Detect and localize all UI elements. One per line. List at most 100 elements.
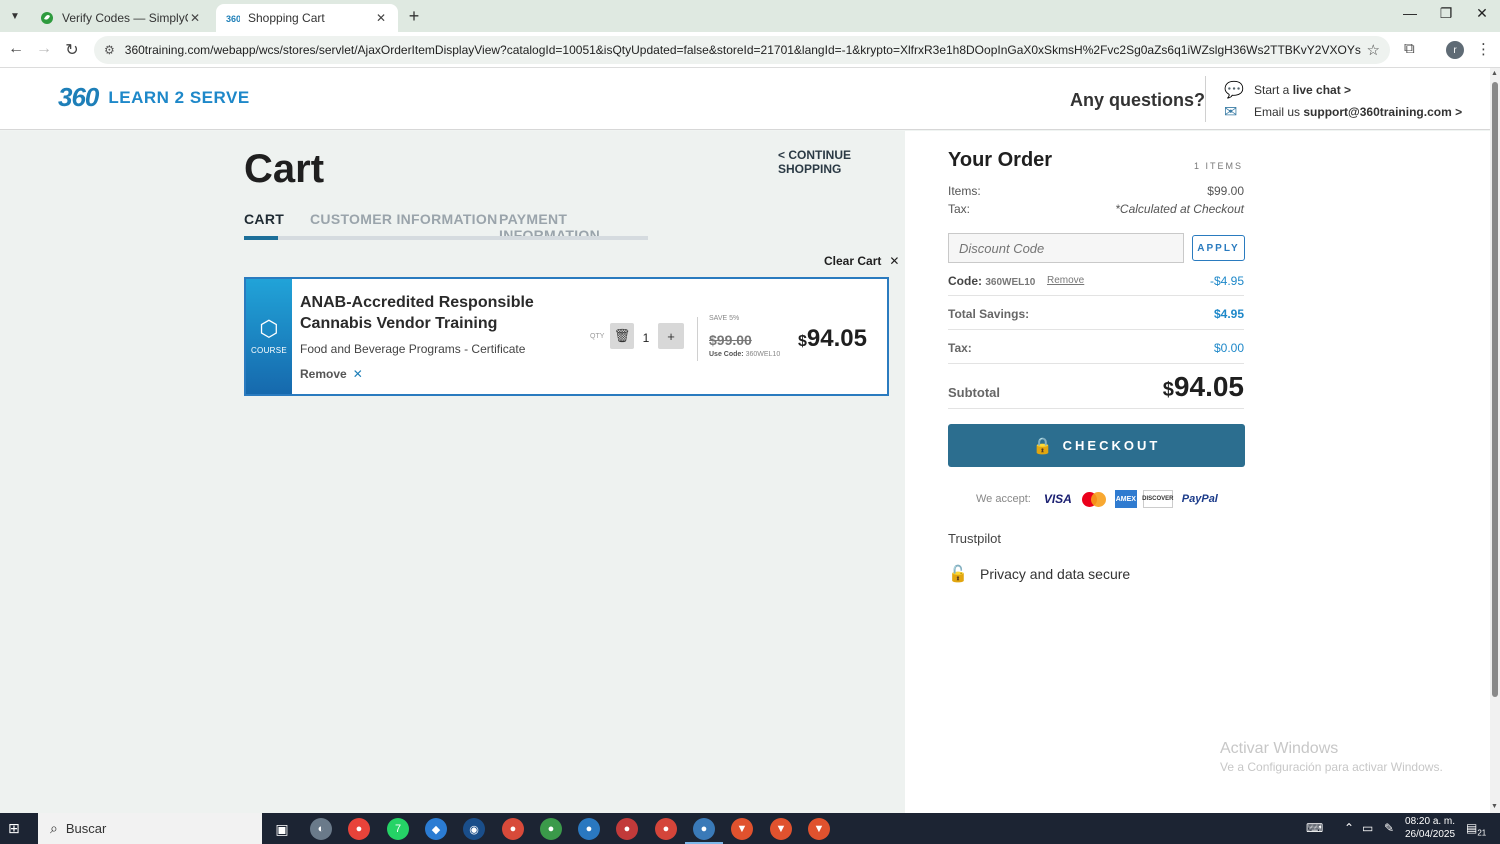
taskbar-search[interactable]: ⌕ Buscar [38,813,262,844]
divider [948,295,1244,296]
subtotal-value: $94.05 [1145,371,1244,403]
remove-item-button[interactable]: Remove ✕ [300,367,363,381]
scroll-thumb[interactable] [1492,82,1498,697]
windows-taskbar: ⊞ ⌕ Buscar ▣ ◐ ● 7 ◆ ◉ ● ● ● ● ● ● ▼ ▼ ▼… [0,813,1500,844]
task-view-icon[interactable]: ▣ [271,818,293,840]
chrome-profile-icon[interactable]: ● [502,818,524,840]
extensions-icon[interactable]: ⧉ [1404,40,1415,57]
profile-avatar[interactable]: r [1446,41,1464,59]
taskbar-clock[interactable]: 08:20 a. m. 26/04/2025 [1405,815,1455,841]
clock-time: 08:20 a. m. [1405,816,1456,827]
discount-code-input[interactable] [948,233,1184,263]
trustpilot-widget[interactable]: Trustpilot [948,531,1001,546]
brave-icon[interactable]: ▼ [770,818,792,840]
subtotal-label: Subtotal [948,385,1000,400]
logo-text: LEARN 2 SERVE [108,87,250,107]
code-discount: -$4.95 [1209,274,1244,288]
site-logo[interactable]: 360 LEARN 2 SERVE [58,82,250,113]
restore-icon[interactable]: ❐ [1436,5,1456,22]
tax2-value: $0.00 [1213,341,1244,355]
notifications-icon[interactable]: ▤21 [1466,821,1486,837]
page-title: Cart [244,147,325,191]
tab-close-icon[interactable]: ✕ [374,11,388,25]
step-cart[interactable]: CART [244,211,284,227]
scroll-down-icon[interactable]: ▼ [1491,803,1498,810]
tab-close-icon[interactable]: ✕ [188,11,202,25]
code-row: Code: 360WEL10 -$4.95 [948,274,1244,288]
search-placeholder: Buscar [65,821,107,836]
increment-button[interactable]: + [658,323,684,349]
address-bar[interactable]: ⚙ 360training.com/webapp/wcs/stores/serv… [94,36,1390,64]
chrome-profile-icon[interactable]: ● [685,818,723,844]
chrome-profile-icon[interactable]: ● [616,818,638,840]
step-customer-information[interactable]: CUSTOMER INFORMATION [310,211,497,227]
continue-shopping-link[interactable]: < CONTINUE SHOPPING [778,148,905,176]
steps-progress-track [244,236,648,240]
item-price-value: 94.05 [806,325,867,352]
live-chat-row[interactable]: 💬 Start a live chat > [1224,80,1351,100]
tab-search-chevron-icon[interactable]: ▼ [6,7,24,25]
mastercard-logo-icon [1079,490,1109,508]
checkout-button[interactable]: 🔒 CHECKOUT [948,424,1245,467]
visa-logo-icon: VISA [1043,492,1072,506]
paypal-logo-icon: PayPal [1181,493,1218,505]
app-icon[interactable]: ◉ [463,818,485,840]
keyboard-icon[interactable]: ⌨ [1306,821,1323,835]
site-header: 360 LEARN 2 SERVE Any questions? 💬 Start… [0,68,1490,130]
chevron-up-icon[interactable]: ⌃ [1344,821,1354,835]
app-icon[interactable]: ◆ [425,818,447,840]
app-icon[interactable]: ◐ [310,818,332,840]
close-icon: ✕ [889,254,900,268]
savings-label: Total Savings: [948,307,1030,321]
chrome-profile-icon[interactable]: ● [578,818,600,840]
url-text[interactable]: 360training.com/webapp/wcs/stores/servle… [125,43,1361,57]
network-icon[interactable]: ▭ [1362,821,1373,835]
trash-icon[interactable]: 🗑 [610,323,634,349]
chrome-profile-icon[interactable]: ● [655,818,677,840]
course-badge-label: COURSE [250,346,288,355]
qty-label: QTY [590,333,605,340]
site-info-icon[interactable]: ⚙ [104,43,115,57]
reload-icon[interactable]: ↻ [62,40,82,60]
browser-tabstrip: ▼ Verify Codes — SimplyCodes ✕ 360 Shopp… [0,0,1500,32]
tab-title: Verify Codes — SimplyCodes [62,11,188,25]
bookmark-star-icon[interactable]: ☆ [1367,41,1380,59]
tab-shopping-cart[interactable]: 360 Shopping Cart ✕ [216,4,398,32]
accepted-payments: We accept: VISA AMEX DISCOVER PayPal [976,490,1227,508]
browser-menu-icon[interactable]: ⋮ [1476,40,1491,58]
apply-button[interactable]: APPLY [1192,235,1245,261]
back-icon[interactable]: ← [6,40,26,58]
windows-activation-watermark: Activar Windows Ve a Configuración para … [1220,740,1443,774]
windows-start-icon[interactable]: ⊞ [8,820,26,838]
brave-icon[interactable]: ▼ [731,818,753,840]
divider [948,363,1244,364]
we-accept-label: We accept: [976,493,1031,505]
currency-symbol: $ [1162,379,1174,401]
remove-code-link[interactable]: Remove [1047,275,1084,286]
code-value: 360WEL10 [985,277,1036,288]
page-scrollbar[interactable]: ▲ ▼ [1490,68,1500,813]
close-window-icon[interactable]: ✕ [1472,5,1492,22]
chrome-icon[interactable]: ● [348,818,370,840]
whatsapp-icon[interactable]: 7 [387,818,409,840]
live-chat-link[interactable]: live chat > [1293,83,1351,97]
scroll-up-icon[interactable]: ▲ [1491,70,1498,77]
item-name[interactable]: ANAB-Accredited Responsible Cannabis Ven… [300,292,590,334]
clear-cart-button[interactable]: Clear Cart ✕ [824,254,899,268]
clear-cart-label: Clear Cart [824,254,882,268]
quantity-value[interactable]: 1 [638,331,654,345]
forward-icon[interactable]: → [34,40,54,58]
lock-icon: 🔓 [948,566,968,583]
item-subtitle: Food and Beverage Programs - Certificate [300,342,526,356]
brave-icon[interactable]: ▼ [808,818,830,840]
email-row[interactable]: ✉ Email us support@360training.com > [1224,102,1462,122]
savings-row: Total Savings: $4.95 [948,307,1244,321]
tax2-label: Tax: [948,341,972,355]
chrome-profile-icon[interactable]: ● [540,818,562,840]
email-link[interactable]: support@360training.com > [1303,105,1462,119]
new-tab-button[interactable]: + [404,6,424,27]
pen-icon[interactable]: ✎ [1384,821,1394,835]
logo-mark: 360 [58,82,99,112]
tab-simplycodes[interactable]: Verify Codes — SimplyCodes ✕ [30,4,212,32]
minimize-icon[interactable]: — [1400,5,1420,21]
